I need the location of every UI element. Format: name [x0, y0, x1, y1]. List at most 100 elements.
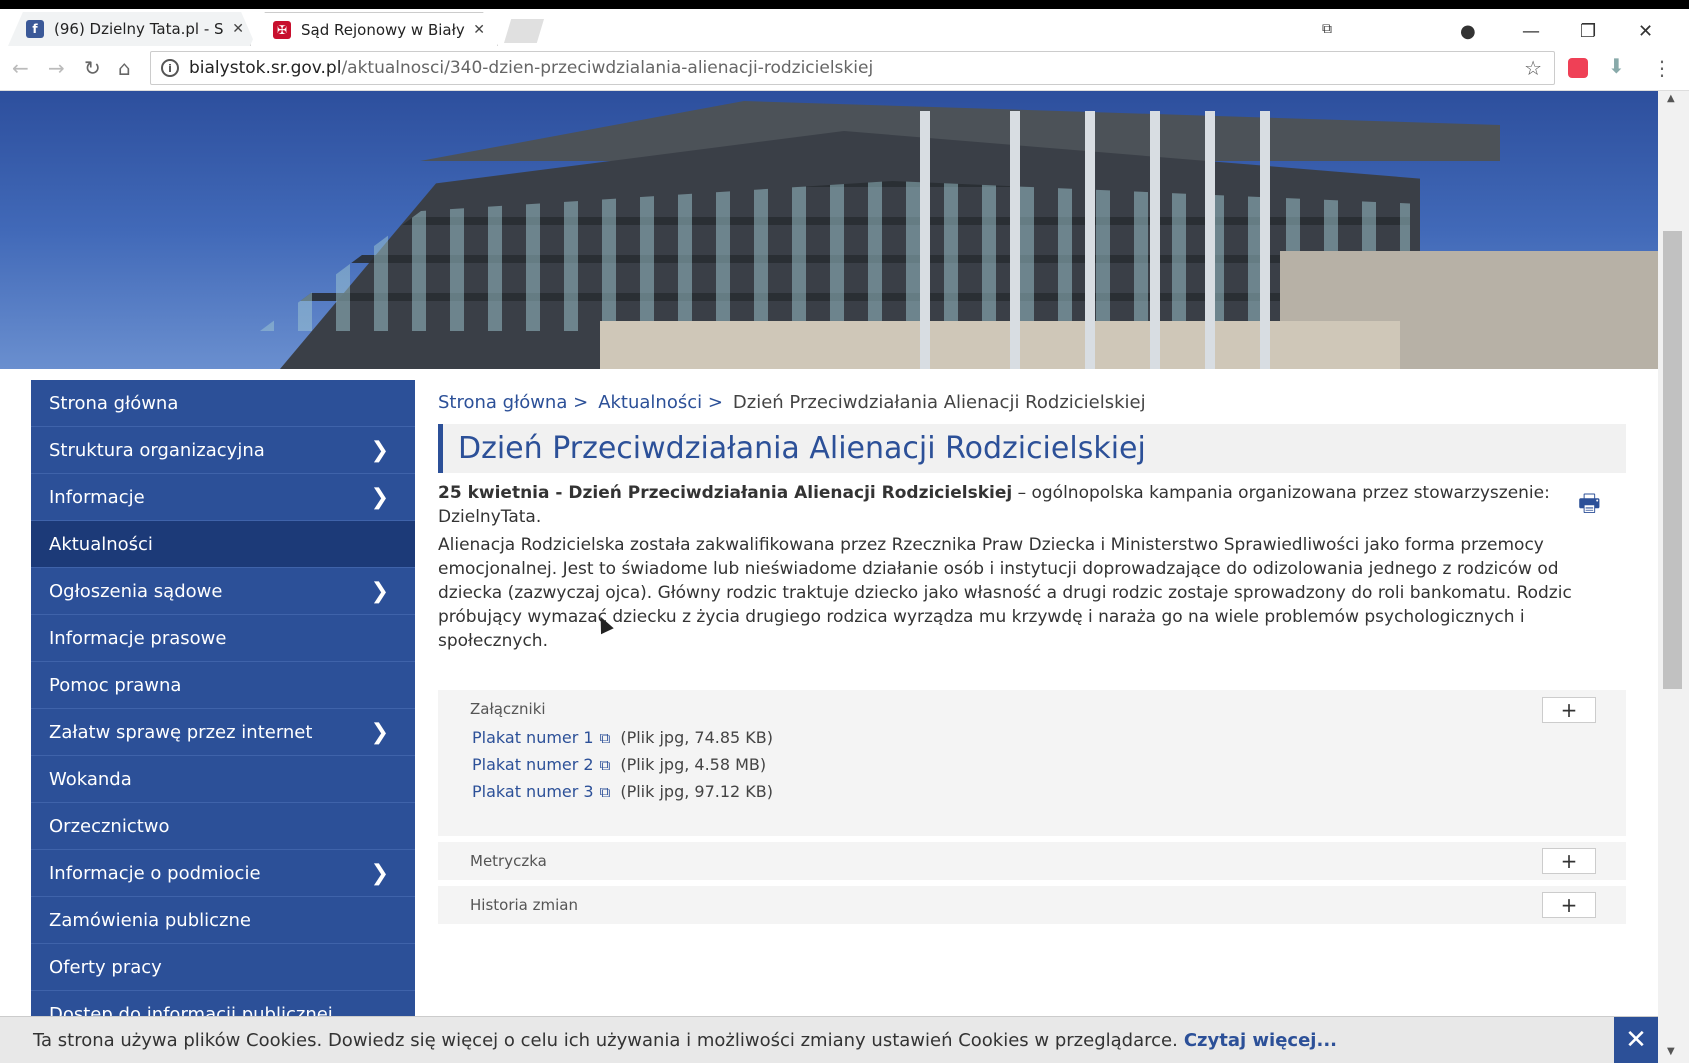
- expand-historia-button[interactable]: +: [1542, 892, 1596, 918]
- profile-icon[interactable]: ●: [1460, 21, 1476, 42]
- scrollbar-thumb[interactable]: [1663, 231, 1682, 689]
- sidebar-item-pomoc-prawna[interactable]: Pomoc prawna: [31, 662, 415, 709]
- cookie-read-more-link[interactable]: Czytaj więcej...: [1184, 1030, 1337, 1051]
- site-info-icon[interactable]: i: [161, 59, 179, 77]
- article-body: Alienacja Rodzicielska została zakwalifi…: [438, 535, 1572, 651]
- external-link-icon: ⧉: [599, 755, 611, 774]
- sidebar-item-struktura[interactable]: Struktura organizacyjna ❯: [31, 427, 415, 474]
- new-tab-button[interactable]: [504, 19, 544, 43]
- tab-facebook[interactable]: f (96) Dzielny Tata.pl - Stro ✕: [8, 12, 256, 46]
- facebook-favicon-icon: f: [26, 20, 44, 38]
- historia-header: Historia zmian: [470, 896, 578, 914]
- url-domain: bialystok.sr.gov.pl: [189, 58, 342, 78]
- sidebar-nav: Strona główna Struktura organizacyjna ❯ I…: [31, 380, 415, 1038]
- url-input[interactable]: i bialystok.sr.gov.pl /aktualnosci/340-d…: [150, 51, 1555, 85]
- lead-bold: 25 kwietnia - Dzień Przeciwdziałania Ali…: [438, 483, 1013, 503]
- sidebar-item-aktualnosci[interactable]: Aktualności: [31, 521, 415, 568]
- attachment-link[interactable]: Plakat numer 1: [472, 728, 594, 747]
- print-icon[interactable]: 🖶: [1578, 491, 1601, 515]
- restore-icon[interactable]: ❐: [1580, 21, 1596, 42]
- menu-kebab-icon[interactable]: ⋮: [1652, 56, 1672, 80]
- attachments-panel: Załączniki + Plakat numer 1 ⧉ (Plik jpg,…: [438, 690, 1626, 836]
- reload-icon[interactable]: ↻: [84, 56, 101, 80]
- close-window-icon[interactable]: ✕: [1638, 21, 1653, 42]
- chevron-right-icon: ❯: [370, 720, 389, 745]
- forward-icon[interactable]: →: [48, 56, 65, 80]
- tab-close-icon[interactable]: ✕: [232, 21, 244, 37]
- sidebar-item-label: Orzecznictwo: [49, 815, 170, 837]
- attachment-info: (Plik jpg, 97.12 KB): [620, 782, 773, 801]
- breadcrumb-current: Dzień Przeciwdziałania Alienacji Rodzici…: [732, 391, 1146, 413]
- scroll-up-arrow-icon[interactable]: ▲: [1667, 93, 1675, 104]
- sidebar-item-label: Załatw sprawę przez internet: [49, 721, 313, 743]
- window-top-border: [0, 0, 1689, 9]
- cookie-close-icon[interactable]: ✕: [1614, 1017, 1658, 1063]
- sidebar-item-informacje[interactable]: Informacje ❯: [31, 474, 415, 521]
- tab-court[interactable]: ✠ Sąd Rejonowy w Białyms ✕: [250, 12, 498, 46]
- sidebar-item-label: Aktualności: [49, 533, 153, 555]
- article-lead: 25 kwietnia - Dzień Przeciwdziałania Ali…: [438, 481, 1601, 529]
- attachment-item: Plakat numer 1 ⧉ (Plik jpg, 74.85 KB): [472, 724, 1626, 751]
- sidebar-item-label: Wokanda: [49, 768, 132, 790]
- address-bar-row: ← → ↻ ⌂ i bialystok.sr.gov.pl /aktualnos…: [0, 46, 1689, 91]
- sidebar-item-wokanda[interactable]: Wokanda: [31, 756, 415, 803]
- sidebar-item-label: Pomoc prawna: [49, 674, 182, 696]
- home-icon[interactable]: ⌂: [118, 56, 131, 80]
- sidebar-item-ogloszenia[interactable]: Ogłoszenia sądowe ❯: [31, 568, 415, 615]
- cookie-text: Ta strona używa plików Cookies. Dowiedz …: [33, 1029, 1178, 1051]
- attachments-list: Plakat numer 1 ⧉ (Plik jpg, 74.85 KB) Pl…: [438, 724, 1626, 805]
- page-scrollbar[interactable]: ▲ ▼: [1658, 91, 1689, 1063]
- breadcrumb: Strona główna > Aktualności > Dzień Prze…: [438, 380, 1626, 424]
- minimize-icon[interactable]: —: [1522, 21, 1540, 42]
- external-link-icon: ⧉: [599, 728, 611, 747]
- expand-attachments-button[interactable]: +: [1542, 697, 1596, 723]
- url-path: /aktualnosci/340-dzien-przeciwdzialania-…: [341, 58, 874, 78]
- tab-title: (96) Dzielny Tata.pl - Stro: [54, 20, 224, 38]
- breadcrumb-section-link[interactable]: Aktualności >: [598, 392, 723, 413]
- sidebar-item-label: Oferty pracy: [49, 956, 162, 978]
- chevron-right-icon: ❯: [370, 579, 389, 604]
- page-title: Dzień Przeciwdziałania Alienacji Rodzici…: [438, 424, 1626, 473]
- sidebar-item-label: Strona główna: [49, 392, 179, 414]
- sidebar-item-strona-glowna[interactable]: Strona główna: [31, 380, 415, 427]
- breadcrumb-home-link[interactable]: Strona główna >: [438, 392, 588, 413]
- cast-icon[interactable]: ⧉: [1322, 21, 1332, 37]
- page-viewport: Strona główna Struktura organizacyjna ❯ I…: [0, 91, 1658, 1063]
- expand-metryczka-button[interactable]: +: [1542, 848, 1596, 874]
- attachment-link[interactable]: Plakat numer 3: [472, 782, 594, 801]
- court-favicon-icon: ✠: [273, 20, 291, 39]
- hero-building-image: [0, 91, 1658, 369]
- chevron-right-icon: ❯: [370, 861, 389, 886]
- chevron-right-icon: ❯: [370, 485, 389, 510]
- sidebar-item-informacje-o-podmiocie[interactable]: Informacje o podmiocie ❯: [31, 850, 415, 897]
- bookmark-star-icon[interactable]: ☆: [1524, 56, 1542, 80]
- tab-close-icon[interactable]: ✕: [473, 22, 485, 38]
- sidebar-item-orzecznictwo[interactable]: Orzecznictwo: [31, 803, 415, 850]
- metryczka-header: Metryczka: [470, 852, 547, 870]
- attachment-link[interactable]: Plakat numer 2: [472, 755, 594, 774]
- metryczka-panel[interactable]: Metryczka +: [438, 842, 1626, 880]
- attachment-info: (Plik jpg, 74.85 KB): [620, 728, 773, 747]
- attachment-item: Plakat numer 3 ⧉ (Plik jpg, 97.12 KB): [472, 778, 1626, 805]
- scroll-down-arrow-icon[interactable]: ▼: [1667, 1046, 1675, 1057]
- sidebar-item-label: Ogłoszenia sądowe: [49, 580, 223, 602]
- tab-title: Sąd Rejonowy w Białyms: [301, 20, 466, 39]
- historia-panel[interactable]: Historia zmian +: [438, 886, 1626, 924]
- cookie-banner: Ta strona używa plików Cookies. Dowiedz …: [0, 1016, 1658, 1063]
- sidebar-item-label: Zamówienia publiczne: [49, 909, 251, 931]
- sidebar-item-zamowienia[interactable]: Zamówienia publiczne: [31, 897, 415, 944]
- sidebar-item-zalatw-sprawe[interactable]: Załatw sprawę przez internet ❯: [31, 709, 415, 756]
- pocket-extension-icon[interactable]: [1568, 58, 1588, 78]
- sidebar-item-informacje-prasowe[interactable]: Informacje prasowe: [31, 615, 415, 662]
- tab-strip: f (96) Dzielny Tata.pl - Stro ✕ ✠ Sąd Re…: [0, 9, 1689, 46]
- attachment-info: (Plik jpg, 4.58 MB): [620, 755, 767, 774]
- external-link-icon: ⧉: [599, 782, 611, 801]
- chevron-right-icon: ❯: [370, 438, 389, 463]
- sidebar-item-label: Informacje prasowe: [49, 627, 227, 649]
- sidebar-item-label: Informacje o podmiocie: [49, 862, 261, 884]
- back-icon[interactable]: ←: [12, 56, 29, 80]
- sidebar-item-label: Struktura organizacyjna: [49, 439, 265, 461]
- sidebar-item-oferty-pracy[interactable]: Oferty pracy: [31, 944, 415, 991]
- main-content: Strona główna > Aktualności > Dzień Prze…: [438, 380, 1626, 924]
- download-extension-icon[interactable]: ⬇: [1608, 54, 1628, 78]
